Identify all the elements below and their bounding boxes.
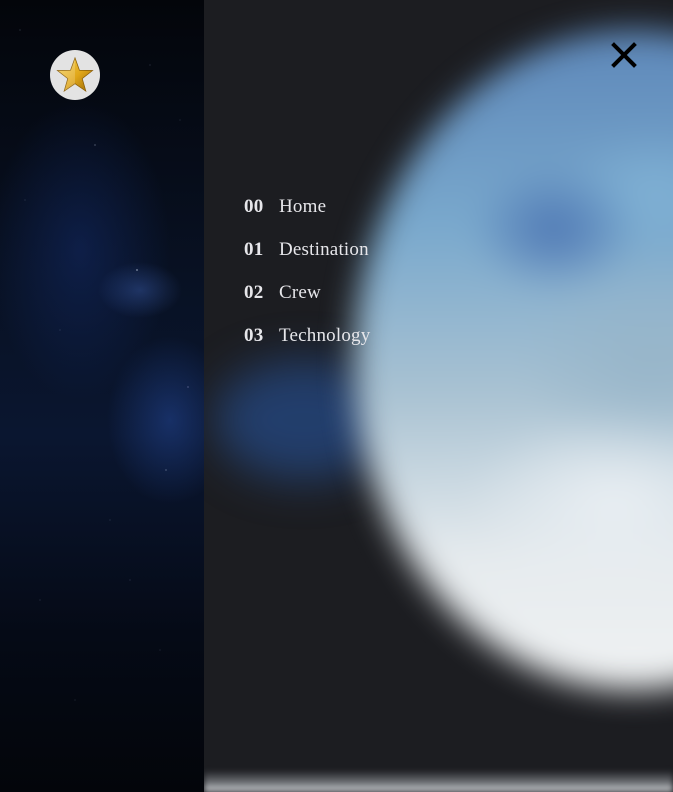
nav-item-destination[interactable]: 01 Destination: [244, 239, 370, 282]
main-nav: 00 Home 01 Destination 02 Crew 03 Techno…: [244, 196, 370, 368]
nav-panel: 00 Home 01 Destination 02 Crew 03 Techno…: [204, 0, 673, 792]
nav-item-technology[interactable]: 03 Technology: [244, 325, 370, 368]
panel-bottom-fade: [204, 770, 673, 792]
planet-image: [354, 30, 673, 690]
space-background: [0, 0, 204, 792]
nav-item-label: Destination: [279, 239, 369, 260]
star-icon: [56, 56, 94, 93]
nav-item-number: 00: [244, 196, 264, 217]
nav-item-number: 02: [244, 282, 264, 303]
nav-item-number: 01: [244, 239, 264, 260]
nav-item-label: Crew: [279, 282, 321, 303]
nav-item-home[interactable]: 00 Home: [244, 196, 370, 239]
nav-item-label: Technology: [279, 325, 371, 346]
nav-item-crew[interactable]: 02 Crew: [244, 282, 370, 325]
nav-item-label: Home: [279, 196, 327, 217]
close-menu-button[interactable]: [607, 38, 641, 72]
home-logo[interactable]: [50, 50, 100, 100]
page: 00 Home 01 Destination 02 Crew 03 Techno…: [0, 0, 673, 792]
close-icon: [611, 42, 637, 68]
nav-item-number: 03: [244, 325, 264, 346]
